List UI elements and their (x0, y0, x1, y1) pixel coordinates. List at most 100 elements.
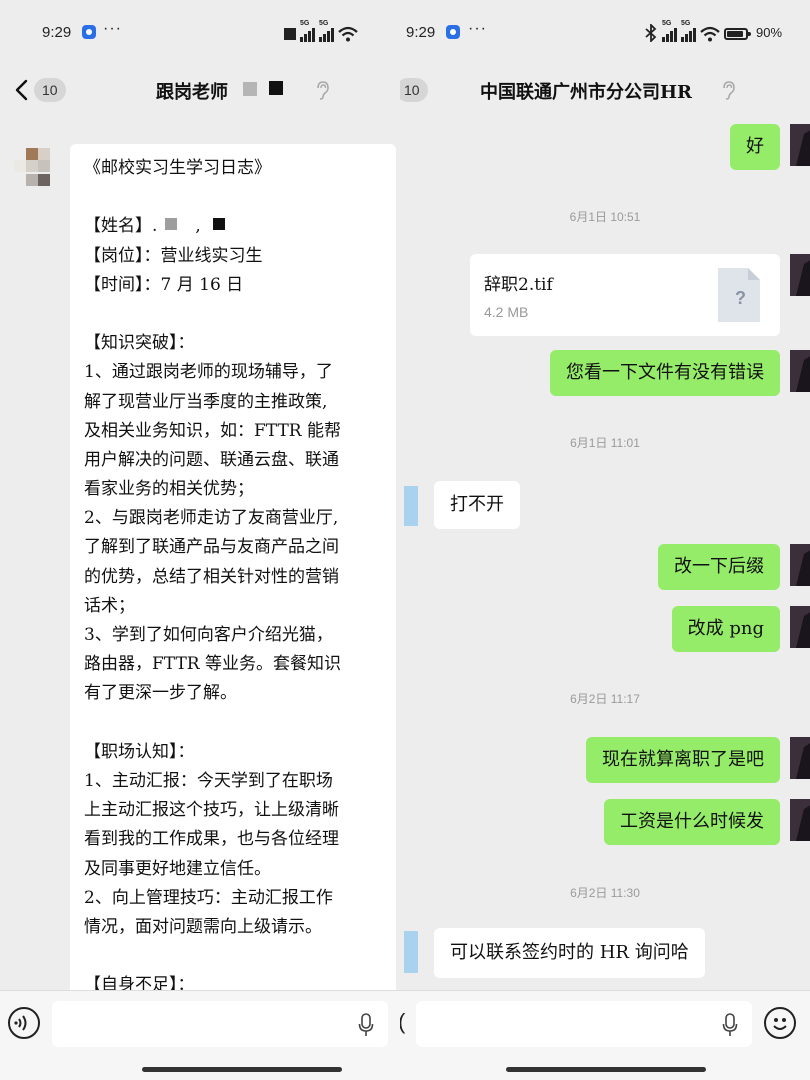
chat-title: 中国联通广州市分公司HR (480, 82, 692, 103)
diary-line: 【岗位】：营业线实习生 (84, 245, 263, 266)
diary-line: 3、学到了如何向客户介绍光猫， (84, 625, 333, 645)
avatar[interactable] (12, 146, 54, 188)
message-list[interactable]: 《邮校实习生学习日志》 【姓名】., 【岗位】：营业线实习生 【时间】：7 月 … (0, 116, 400, 1024)
status-more-dots: ··· (103, 20, 122, 37)
notification-square-icon (284, 28, 296, 40)
status-time: 9:29 (406, 24, 436, 41)
chat-title: 跟岗老师 (156, 82, 228, 103)
diary-line: 2、向上管理技巧：主动汇报工作 (84, 887, 333, 908)
signal-icon: 5G (681, 20, 696, 42)
status-time: 9:29 (42, 24, 72, 41)
message-input[interactable] (52, 1001, 388, 1047)
voice-icon[interactable] (8, 1007, 40, 1039)
avatar[interactable] (790, 799, 810, 841)
app-notification-icon (446, 25, 460, 39)
diary-line: 解了现营业厅当季度的主推政策, (84, 391, 328, 412)
sent-message[interactable]: 改一下后缀 (658, 544, 780, 590)
diary-line: 2、与跟岗老师走访了友商营业厅, (84, 508, 339, 529)
wifi-icon (338, 26, 358, 42)
avatar[interactable] (790, 254, 810, 296)
input-bar: ( (400, 990, 810, 1080)
status-bar: 9:29 ··· 5G 5G 90% (400, 0, 810, 64)
diary-line: 路由器，FTTR 等业务。套餐知识 (84, 654, 341, 675)
voice-icon-partial[interactable]: ( (400, 1009, 405, 1035)
file-size: 4.2 MB (484, 304, 529, 320)
diary-line: 及同事更好地建立信任。 (84, 858, 271, 879)
home-indicator (142, 1067, 342, 1072)
diary-message-bubble[interactable]: 《邮校实习生学习日志》 【姓名】., 【岗位】：营业线实习生 【时间】：7 月 … (70, 144, 396, 1024)
diary-line: 【知识突破】： (84, 333, 195, 354)
mic-icon[interactable] (358, 1013, 374, 1037)
home-indicator (506, 1067, 706, 1072)
file-message-card[interactable]: 辞职2.tif 4.2 MB ? (470, 254, 780, 336)
diary-line: 的优势，总结了相关针对性的营销 (84, 566, 339, 587)
diary-line: 《邮校实习生学习日志》 (84, 158, 271, 178)
diary-line: 【时间】：7 月 16 日 (84, 274, 244, 295)
right-chat-screen: 9:29 ··· 5G 5G 90% 10 中国联通广州市分公司HR 好 6月1… (400, 0, 810, 1080)
sent-message[interactable]: 改成 png (671, 606, 780, 652)
battery-percent: 90% (756, 25, 783, 40)
sent-message[interactable]: 好 (730, 124, 780, 170)
emoji-icon[interactable] (764, 1007, 796, 1039)
diary-line: 有了更深一步了解。 (84, 683, 237, 704)
avatar[interactable] (404, 486, 418, 526)
input-bar (0, 990, 400, 1080)
sent-message[interactable]: 工资是什么时候发 (604, 799, 780, 845)
bluetooth-icon (645, 24, 657, 42)
timestamp: 6月2日 11:17 (570, 692, 640, 706)
status-icons: 5G 5G 90% (644, 20, 783, 42)
avatar[interactable] (790, 606, 810, 648)
redaction-block (269, 81, 283, 95)
avatar[interactable] (790, 350, 810, 392)
received-message[interactable]: 可以联系签约时的 HR 询问哈 (434, 928, 705, 978)
message-input[interactable] (416, 1001, 752, 1047)
diary-line: 1、主动汇报：今天学到了在职场 (84, 770, 333, 791)
avatar[interactable] (790, 544, 810, 586)
left-chat-screen: 9:29 ··· 5G 5G 10 跟岗老师 《邮校实习生学习日志》 【姓名】.… (0, 0, 400, 1080)
back-icon[interactable] (12, 77, 34, 103)
message-list[interactable]: 好 6月1日 10:51 辞职2.tif 4.2 MB ? 您看一下文件有没有错… (400, 116, 810, 990)
redaction-block (243, 82, 257, 96)
diary-line: 及相关业务知识，如：FTTR 能帮 (84, 420, 341, 441)
mic-icon[interactable] (722, 1013, 738, 1037)
diary-line: 用户解决的问题、联通云盘、联通 (84, 449, 339, 470)
nav-bar: 10 中国联通广州市分公司HR (400, 64, 810, 116)
wifi-icon (700, 26, 720, 42)
diary-line (84, 709, 386, 738)
avatar[interactable] (790, 737, 810, 779)
sent-message[interactable]: 现在就算离职了是吧 (586, 737, 780, 783)
diary-line (84, 942, 386, 971)
diary-line: 1、通过跟岗老师的现场辅导，了 (84, 362, 333, 383)
diary-line: 【姓名】., (84, 212, 386, 241)
signal-icon: 5G (662, 20, 677, 42)
diary-line: 了解到了联通产品与友商产品之间 (84, 537, 339, 558)
diary-line (84, 183, 386, 212)
diary-line: 【职场认知】： (84, 741, 195, 762)
diary-line: 看家业务的相关优势； (84, 479, 254, 500)
timestamp: 6月1日 10:51 (569, 210, 641, 224)
status-icons: 5G 5G (284, 20, 358, 42)
diary-line: 看到我的工作成果，也与各位经理 (84, 829, 339, 850)
diary-line (84, 300, 386, 329)
avatar[interactable] (404, 931, 418, 973)
file-name: 辞职2.tif (484, 275, 553, 295)
status-more-dots: ··· (468, 20, 487, 37)
unread-count-badge[interactable]: 10 (400, 78, 428, 102)
battery-icon (724, 28, 751, 40)
received-message[interactable]: 打不开 (434, 481, 520, 529)
ear-icon (317, 81, 329, 100)
timestamp: 6月2日 11:30 (570, 886, 640, 900)
ear-icon (723, 81, 735, 100)
avatar[interactable] (790, 124, 810, 166)
status-bar: 9:29 ··· 5G 5G (0, 0, 400, 64)
diary-line: 话术； (84, 595, 135, 616)
diary-line: 情况，面对问题需向上级请示。 (84, 916, 322, 937)
unread-count-badge[interactable]: 10 (34, 78, 66, 102)
app-notification-icon (82, 25, 96, 39)
nav-bar: 10 跟岗老师 (0, 64, 400, 116)
sent-message[interactable]: 您看一下文件有没有错误 (550, 350, 780, 396)
file-unknown-glyph: ? (735, 288, 746, 308)
signal-icon: 5G (300, 20, 315, 42)
diary-line: 上主动汇报这个技巧，让上级清晰 (84, 800, 339, 821)
signal-icon: 5G (319, 20, 334, 42)
